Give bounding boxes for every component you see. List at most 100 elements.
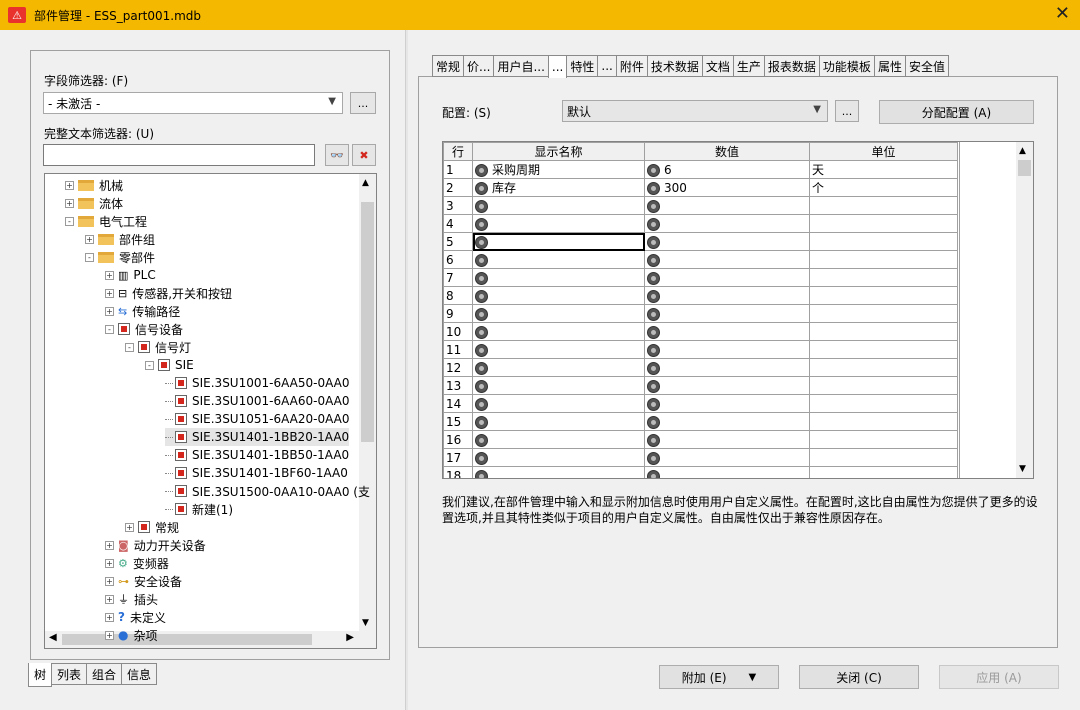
display-name-cell[interactable]: 库存 [472,178,645,197]
grid-row[interactable]: 17 [443,448,958,467]
close-window-icon[interactable]: ✕ [1055,4,1070,24]
collapse-icon[interactable]: - [65,216,74,226]
value-cell[interactable]: 6 [644,160,810,179]
property-tab[interactable]: 报表数据 [763,55,820,77]
property-tab[interactable]: 附件 [615,55,648,77]
unit-cell[interactable]: 个 [809,178,958,197]
scroll-up-icon[interactable]: ▲ [362,178,369,188]
property-tab[interactable]: 安全值 [904,55,949,77]
tree-item[interactable]: + 流体 [65,194,123,212]
grid-row[interactable]: 15 [443,412,958,431]
display-name-cell[interactable] [472,286,645,305]
unit-cell[interactable] [809,340,958,359]
value-cell[interactable] [644,196,810,215]
expand-icon[interactable]: + [105,612,114,622]
scroll-up-icon[interactable]: ▲ [1019,146,1026,156]
unit-cell[interactable] [809,376,958,395]
clear-filter-button[interactable]: ✖ [352,144,376,166]
tree-scroll-thumb[interactable] [361,202,374,442]
grid-row[interactable]: 4 [443,214,958,233]
property-tab[interactable]: 价... [463,55,495,77]
unit-cell[interactable]: 天 [809,160,958,179]
grid-row[interactable]: 3 [443,196,958,215]
property-grid[interactable]: 行显示名称 数值 单位 1 采购周期 6 天 2 库存 300 个 3 4 5 6 7 8 9 10 11 12 13 14… [442,141,1034,479]
value-cell[interactable] [644,250,810,269]
value-cell[interactable] [644,232,810,251]
unit-cell[interactable] [809,304,958,323]
display-name-cell[interactable] [472,232,645,251]
unit-cell[interactable] [809,412,958,431]
value-cell[interactable] [644,466,810,478]
tree-item[interactable]: +? 未定义 [105,608,166,626]
grid-row[interactable]: 8 [443,286,958,305]
text-filter-input[interactable] [43,144,315,166]
display-name-cell[interactable] [472,448,645,467]
tree-item[interactable]: - 信号设备 [105,320,183,338]
tree-item[interactable]: + ◙ 动力开关设备 [105,536,206,554]
grid-row[interactable]: 13 [443,376,958,395]
display-name-cell[interactable] [472,466,645,478]
expand-icon[interactable]: + [105,576,114,586]
unit-cell[interactable] [809,430,958,449]
grid-column-header[interactable]: 显示名称 [472,142,645,161]
tree-item[interactable]: + ⏚ 插头 [105,590,158,608]
property-tab[interactable]: 用户自... [493,55,549,77]
tree-item[interactable]: - 零部件 [85,248,155,266]
unit-cell[interactable] [809,358,958,377]
grid-row[interactable]: 6 [443,250,958,269]
unit-cell[interactable] [809,286,958,305]
splitter[interactable] [405,30,408,710]
grid-row[interactable]: 1 采购周期 6 天 [443,160,958,179]
grid-row[interactable]: 14 [443,394,958,413]
property-tab[interactable]: 文档 [701,55,734,77]
tree-item[interactable]: + ⇆ 传输路径 [105,302,180,320]
tree-item[interactable]: + ▥ PLC [105,266,156,284]
value-cell[interactable]: 300 [644,178,810,197]
display-name-cell[interactable] [472,196,645,215]
tree-item[interactable]: - 信号灯 [125,338,191,356]
display-name-cell[interactable] [472,394,645,413]
unit-cell[interactable] [809,394,958,413]
close-button[interactable]: 关闭 (C) [799,665,919,689]
value-cell[interactable] [644,340,810,359]
property-tab[interactable]: 属性 [873,55,906,77]
value-cell[interactable] [644,268,810,287]
expand-icon[interactable]: + [125,522,134,532]
value-cell[interactable] [644,358,810,377]
tree-item[interactable]: SIE.3SU1401-1BF60-1AA0 [165,464,348,482]
grid-column-header[interactable]: 数值 [644,142,810,161]
tree-item[interactable]: - SIE [145,356,194,374]
property-tab[interactable]: 常规 [432,55,465,77]
unit-cell[interactable] [809,232,958,251]
tree-hscroll-thumb[interactable] [62,634,312,645]
display-name-cell[interactable] [472,304,645,323]
value-cell[interactable] [644,304,810,323]
collapse-icon[interactable]: - [125,342,134,352]
value-cell[interactable] [644,286,810,305]
grid-column-header[interactable]: 单位 [809,142,958,161]
binoculars-search-button[interactable]: 👓 [325,144,349,166]
property-tab[interactable]: ... [597,55,617,77]
property-tab[interactable]: 特性 [566,55,599,77]
value-cell[interactable] [644,394,810,413]
tree-item[interactable]: + ⚙ 变频器 [105,554,169,572]
display-name-cell[interactable] [472,340,645,359]
collapse-icon[interactable]: - [145,360,154,370]
grid-column-header[interactable]: 行 [443,142,473,161]
tree-item[interactable]: SIE.3SU1401-1BB20-1AA0 [165,428,350,446]
scroll-down-icon[interactable]: ▼ [362,618,369,628]
unit-cell[interactable] [809,466,958,478]
unit-cell[interactable] [809,214,958,233]
tree-item[interactable]: SIE.3SU1401-1BB50-1AA0 [165,446,349,464]
collapse-icon[interactable]: - [105,324,114,334]
property-tab[interactable]: ... [547,55,568,78]
unit-cell[interactable] [809,268,958,287]
value-cell[interactable] [644,448,810,467]
tree-item[interactable]: + ● 杂项 [105,626,158,644]
property-tab[interactable]: 技术数据 [646,55,703,77]
bottom-tab[interactable]: 树 [28,663,53,687]
expand-icon[interactable]: + [105,558,114,568]
tree-item[interactable]: SIE.3SU1001-6AA50-0AA0 [165,374,349,392]
field-filter-select[interactable]: - 未激活 - ▼ [43,92,343,114]
display-name-cell[interactable] [472,322,645,341]
